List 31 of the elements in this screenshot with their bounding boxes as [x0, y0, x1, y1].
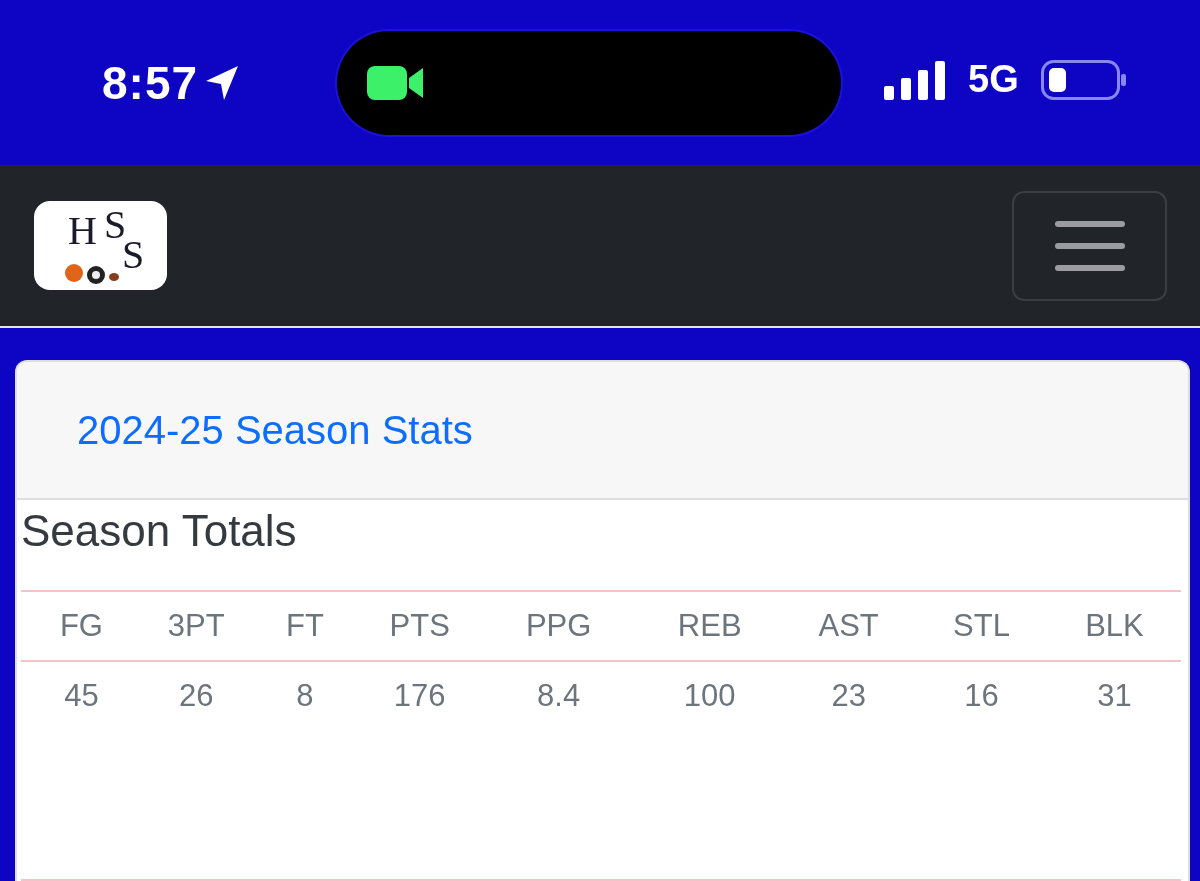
menu-button[interactable] [1012, 190, 1167, 301]
table-cell: 8 [250, 661, 360, 880]
table-cell: 23 [782, 661, 916, 880]
table-cell: 31 [1048, 661, 1181, 880]
location-arrow-icon [204, 63, 241, 102]
column-header: FG [21, 591, 142, 661]
column-header: PPG [480, 591, 638, 661]
video-camera-icon [367, 64, 425, 102]
table-cell: 8.4 [480, 661, 638, 880]
column-header: BLK [1048, 591, 1181, 661]
section-heading: Season Totals [21, 506, 298, 556]
column-header: AST [782, 591, 916, 661]
table-cell: 45 [21, 661, 142, 880]
column-header: 3PT [141, 591, 251, 661]
logo-letter: H [68, 211, 97, 251]
table-cell: 100 [637, 661, 783, 880]
table-cell: 16 [915, 661, 1048, 880]
column-header: STL [915, 591, 1048, 661]
table-cell: 176 [359, 661, 481, 880]
column-header: FT [250, 591, 360, 661]
battery-icon [1040, 59, 1127, 100]
column-header: PTS [359, 591, 481, 661]
site-logo[interactable]: H S S [34, 201, 167, 290]
column-header: REB [637, 591, 783, 661]
network-type: 5G [968, 58, 1019, 101]
clock-time: 8:57 [102, 55, 199, 110]
signal-bars-icon [884, 59, 946, 100]
table-cell: 26 [141, 661, 251, 880]
menu-icon [1054, 218, 1125, 273]
sports-balls-icon [64, 261, 120, 285]
season-stats-link[interactable]: 2024-25 Season Stats [77, 407, 473, 453]
